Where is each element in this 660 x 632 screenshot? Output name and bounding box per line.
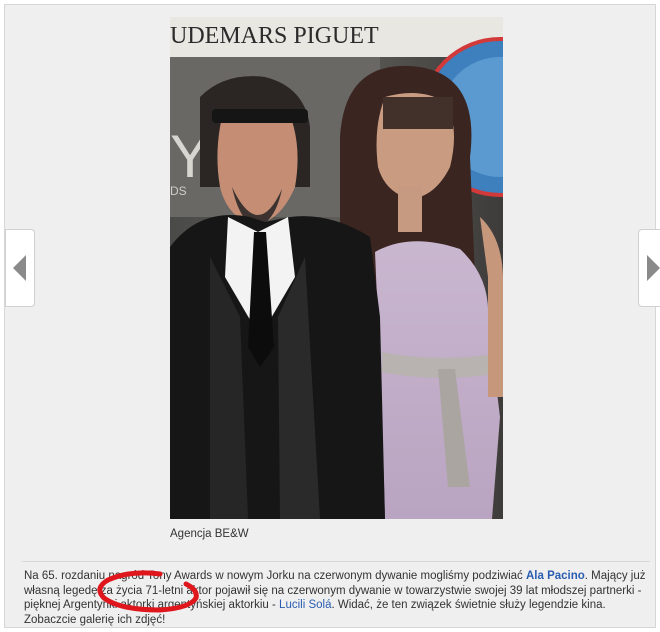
chevron-right-icon [647,255,660,281]
backdrop-small: DS [170,184,187,198]
banner-text: UDEMARS PIGUET [170,23,379,49]
next-photo-button[interactable] [638,229,660,307]
link-lucila-sola[interactable]: Lucili Solá [279,599,331,611]
article-text-part-1: Na 65. rozdaniu nagród Tony Awards w now… [24,570,526,582]
article-text: Na 65. rozdaniu nagród Tony Awards w now… [24,569,648,627]
chevron-left-icon [13,255,26,281]
gallery-photo[interactable]: UDEMARS PIGUET Y TO DS [170,17,503,519]
photo-caption: Agencja BE&W [170,528,249,540]
link-ala-pacino[interactable]: Ala Pacino [526,570,585,582]
divider [22,561,650,562]
previous-photo-button[interactable] [5,229,35,307]
photo-illustration: UDEMARS PIGUET Y TO DS [170,17,503,519]
